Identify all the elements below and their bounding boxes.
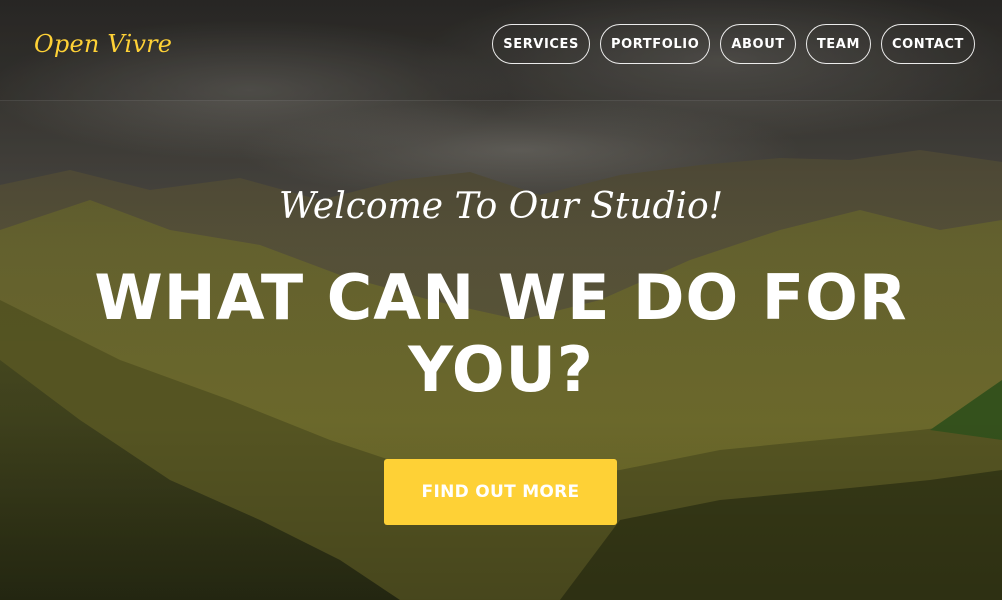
brand-logo[interactable]: Open Vivre [34,30,172,58]
nav-item-about[interactable]: ABOUT [720,24,796,64]
nav-item-contact[interactable]: CONTACT [881,24,975,64]
nav-item-team[interactable]: TEAM [805,24,871,64]
navbar: Open Vivre SERVICES PORTFOLIO ABOUT TEAM… [0,0,1002,101]
hero-section: Open Vivre SERVICES PORTFOLIO ABOUT TEAM… [0,0,1002,600]
nav-item-services[interactable]: SERVICES [492,24,590,64]
find-out-more-button[interactable]: FIND OUT MORE [384,459,617,525]
nav-item-portfolio[interactable]: PORTFOLIO [600,24,711,64]
intro-heading: WHAT CAN WE DO FOR YOU? [94,261,908,406]
intro-lead: Welcome To Our Studio! [278,186,724,227]
nav-menu: SERVICES PORTFOLIO ABOUT TEAM CONTACT [492,24,975,64]
